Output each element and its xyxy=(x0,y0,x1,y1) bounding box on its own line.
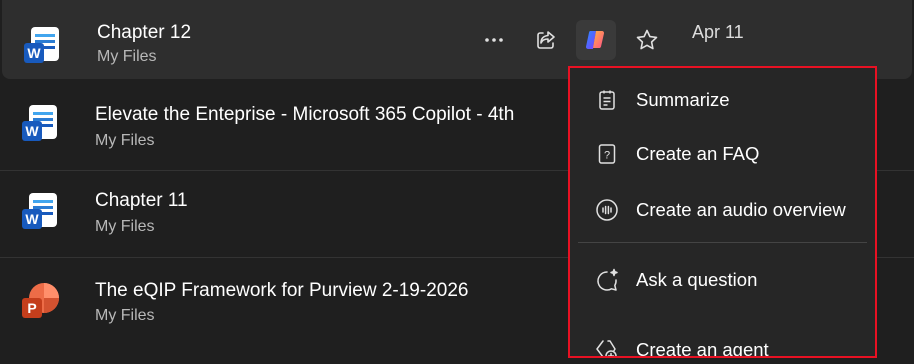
word-file-icon: W xyxy=(20,101,64,145)
audio-overview-icon xyxy=(594,197,620,223)
menu-item-create-agent[interactable]: Create an agent xyxy=(570,326,875,358)
menu-item-summarize[interactable]: Summarize xyxy=(570,76,875,124)
file-location: My Files xyxy=(95,132,155,149)
share-icon xyxy=(537,31,555,49)
ask-question-icon xyxy=(594,267,620,293)
star-icon xyxy=(636,29,658,50)
menu-item-label: Ask a question xyxy=(636,269,758,290)
svg-text:W: W xyxy=(27,45,41,61)
file-title[interactable]: Chapter 11 xyxy=(95,190,188,212)
more-options-button[interactable] xyxy=(480,28,508,52)
menu-item-create-audio-overview[interactable]: Create an audio overview xyxy=(570,186,875,234)
modified-date: Apr 11 xyxy=(692,22,744,42)
menu-item-label: Summarize xyxy=(636,89,730,110)
create-agent-icon xyxy=(594,337,620,356)
menu-item-ask-question[interactable]: Ask a question xyxy=(570,256,875,304)
file-location: My Files xyxy=(97,48,157,65)
file-title[interactable]: Elevate the Enteprise - Microsoft 365 Co… xyxy=(95,104,514,126)
powerpoint-file-icon: P xyxy=(20,278,64,322)
svg-text:W: W xyxy=(25,211,39,227)
faq-icon: ? xyxy=(594,141,620,167)
svg-text:W: W xyxy=(25,123,39,139)
menu-item-label: Create an audio overview xyxy=(636,199,846,220)
file-title[interactable]: The eQIP Framework for Purview 2-19-2026 xyxy=(95,280,468,302)
menu-divider xyxy=(578,242,867,243)
svg-text:?: ? xyxy=(604,150,610,162)
copilot-icon xyxy=(585,30,605,50)
file-location: My Files xyxy=(95,218,155,235)
copilot-button[interactable] xyxy=(576,20,616,60)
menu-item-create-faq[interactable]: ? Create an FAQ xyxy=(570,130,875,178)
summarize-icon xyxy=(594,87,620,113)
menu-item-label: Create an agent xyxy=(636,339,769,358)
copilot-menu: Summarize ? Create an FAQ Create an audi… xyxy=(568,66,877,358)
menu-item-label: Create an FAQ xyxy=(636,143,760,164)
svg-text:P: P xyxy=(27,300,36,316)
file-title[interactable]: Chapter 12 xyxy=(97,22,191,44)
word-file-icon: W xyxy=(22,23,66,67)
file-location: My Files xyxy=(95,307,155,324)
word-file-icon: W xyxy=(20,189,64,233)
more-horizontal-icon xyxy=(485,38,503,42)
favorite-button[interactable] xyxy=(632,26,662,54)
share-button[interactable] xyxy=(532,26,560,54)
